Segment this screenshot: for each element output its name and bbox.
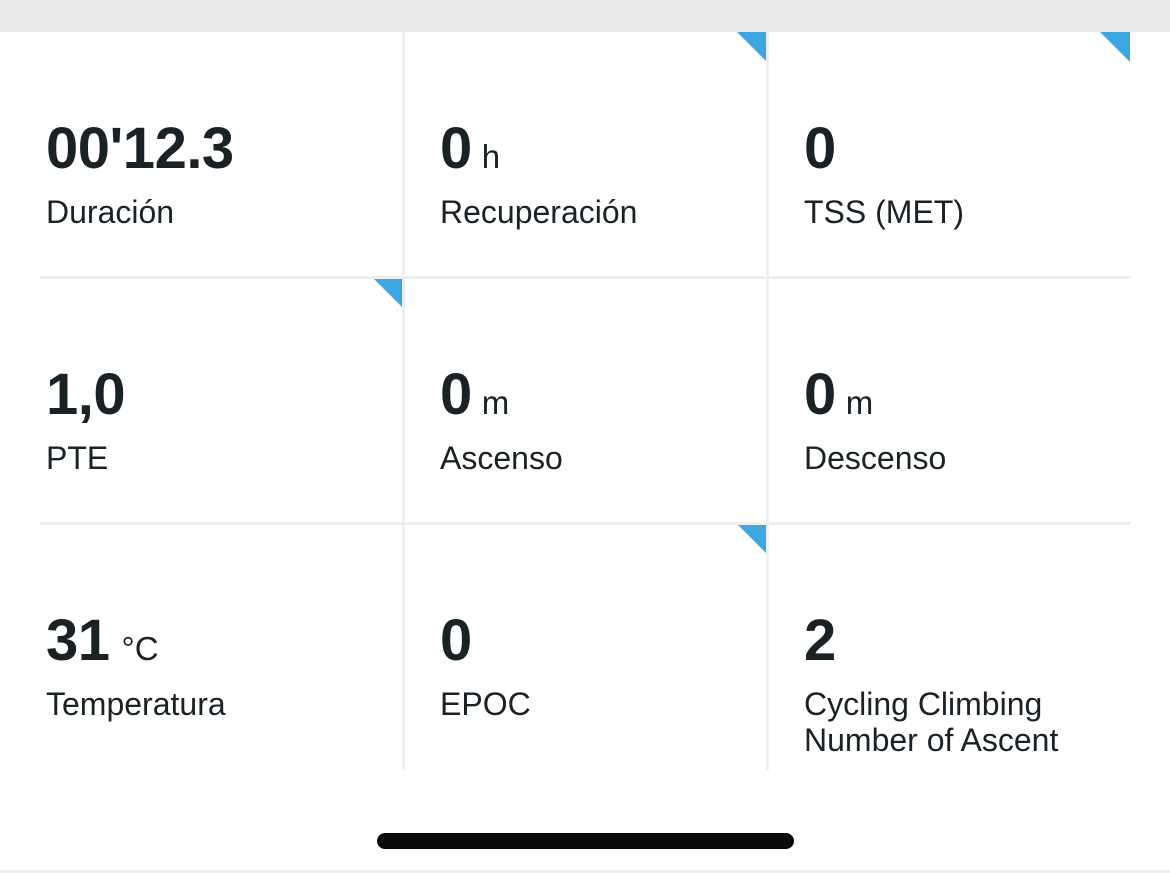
metric-value-line: 0h (440, 120, 500, 178)
metric-tile-tss[interactable]: 0 TSS (MET) (767, 32, 1170, 278)
corner-marker-icon (737, 524, 767, 554)
row-divider (40, 522, 1131, 525)
top-strip (0, 0, 1170, 32)
metric-value: 0 (440, 362, 472, 427)
metric-unit: m (481, 384, 510, 421)
metric-value: 00'12.3 (46, 116, 234, 181)
metric-value-line: 00'12.3 (46, 120, 244, 178)
metric-value-line: 0m (440, 366, 509, 424)
metric-tile-duration[interactable]: 00'12.3 Duración (0, 32, 403, 278)
metric-tile-recovery[interactable]: 0h Recuperación (403, 32, 767, 278)
metrics-grid: 00'12.3 Duración 0h Recuperación 0 TSS (… (0, 32, 1170, 770)
metric-value-line: 0m (804, 366, 873, 424)
metric-label: Ascenso (440, 440, 563, 476)
metric-label: PTE (46, 440, 109, 476)
metric-value-line: 0 (804, 120, 846, 178)
metric-value: 31 (46, 608, 110, 673)
metric-value-line: 2 (804, 612, 846, 670)
home-indicator[interactable] (377, 833, 794, 849)
metric-label: Recuperación (440, 194, 638, 230)
metric-value: 0 (804, 116, 836, 181)
metric-value: 2 (804, 608, 836, 673)
metric-value-line: 31 °C (46, 612, 159, 670)
metric-tile-pte[interactable]: 1,0 PTE (0, 278, 403, 524)
metric-tile-epoc[interactable]: 0 EPOC (403, 524, 767, 770)
column-divider (766, 32, 769, 770)
metric-label: Descenso (804, 440, 947, 476)
metric-value: 1,0 (46, 362, 126, 427)
metric-tile-climbing-ascents[interactable]: 2 Cycling Climbing Number of Ascent (767, 524, 1170, 770)
metric-label: Cycling Climbing Number of Ascent (804, 686, 1059, 758)
metric-unit: h (481, 138, 501, 175)
column-divider (402, 32, 405, 770)
metric-value-line: 1,0 (46, 366, 135, 424)
corner-marker-icon (373, 278, 403, 308)
metric-label: Duración (46, 194, 175, 230)
metric-value: 0 (440, 608, 472, 673)
metric-label: TSS (MET) (804, 194, 964, 230)
metric-value-line: 0 (440, 612, 482, 670)
metric-label: Temperatura (46, 686, 226, 722)
metric-tile-ascent[interactable]: 0m Ascenso (403, 278, 767, 524)
metric-value: 0 (440, 116, 472, 181)
metric-tile-descent[interactable]: 0m Descenso (767, 278, 1170, 524)
metric-unit: m (845, 384, 874, 421)
metric-tile-temperature[interactable]: 31 °C Temperatura (0, 524, 403, 770)
corner-marker-icon (1100, 32, 1130, 62)
metric-label: EPOC (440, 686, 531, 722)
metric-value: 0 (804, 362, 836, 427)
row-divider (40, 276, 1131, 279)
metric-unit: °C (121, 630, 159, 667)
corner-marker-icon (737, 32, 767, 62)
